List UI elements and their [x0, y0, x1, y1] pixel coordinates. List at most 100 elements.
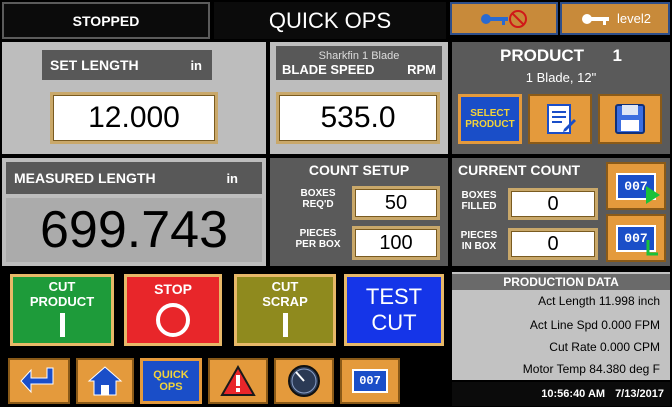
quick-ops-nav-label-1: QUICK: [153, 369, 189, 381]
counter-icon-text-2: 007: [624, 230, 648, 246]
pieces-in-box-label-2: IN BOX: [461, 241, 497, 252]
pieces-per-box-value: 100: [379, 231, 413, 254]
select-product-label-2: PRODUCT: [465, 119, 515, 130]
floppy-disk-icon: [615, 104, 645, 134]
boxes-filled-label-1: BOXES: [461, 190, 497, 201]
count-setup-panel: COUNT SETUP BOXES REQ'D 50 PIECES PER BO…: [270, 158, 448, 266]
blade-speed-panel: Sharkfin 1 Blade BLADE SPEED RPM 535.0: [270, 42, 448, 154]
diagnostics-button[interactable]: [274, 358, 334, 404]
measured-length-display: 699.743: [6, 198, 262, 262]
pieces-in-box-label-1: PIECES: [460, 230, 498, 241]
page-title: QUICK OPS: [214, 2, 446, 39]
edit-document-icon: [547, 104, 576, 134]
counter-icon-text: 007: [624, 178, 648, 194]
set-length-unit: in: [190, 57, 202, 73]
blade-speed-unit: RPM: [407, 61, 436, 77]
power-on-icon: [59, 313, 65, 337]
stop-label: STOP: [154, 281, 192, 297]
current-count-panel: CURRENT COUNT BOXES FILLED 0 PIECES IN B…: [452, 158, 670, 266]
blade-speed-input[interactable]: 535.0: [276, 92, 440, 144]
play-arrow-icon: [646, 186, 660, 204]
set-length-label: SET LENGTH: [50, 57, 139, 73]
status-text: STOPPED: [72, 12, 140, 29]
set-length-panel: SET LENGTH in 12.000: [2, 42, 266, 154]
measured-length-value: 699.743: [40, 201, 228, 259]
page-title-text: QUICK OPS: [268, 7, 392, 33]
cut-scrap-button[interactable]: CUT SCRAP: [234, 274, 336, 346]
scrap-on-icon: [282, 313, 288, 337]
blade-speed-row: BLADE SPEED RPM: [276, 62, 442, 77]
cut-scrap-label-1: CUT: [271, 279, 299, 294]
step-arrow-icon: [646, 240, 658, 256]
quick-ops-nav-label-2: OPS: [159, 381, 183, 393]
pieces-in-box-value: 0: [547, 232, 559, 255]
pieces-per-box-label-2: PER BOX: [295, 239, 341, 250]
test-cut-button[interactable]: TEST CUT: [344, 274, 444, 346]
measured-length-unit: in: [226, 170, 238, 186]
clock-time: 10:56:40 AM: [541, 388, 606, 400]
cut-scrap-label-2: SCRAP: [262, 294, 308, 309]
cut-product-button[interactable]: CUT PRODUCT: [10, 274, 114, 346]
counter-nav-button[interactable]: 007: [340, 358, 400, 404]
save-product-button[interactable]: [598, 94, 662, 144]
quick-ops-nav-button[interactable]: QUICK OPS: [140, 358, 202, 404]
count-setup-title: COUNT SETUP: [308, 162, 410, 178]
home-icon: [87, 366, 123, 396]
pieces-per-box-label: PIECES PER BOX: [290, 228, 346, 250]
measured-length-label: MEASURED LENGTH: [14, 170, 156, 186]
set-length-header: SET LENGTH in: [42, 50, 212, 80]
back-arrow-icon: [20, 367, 54, 394]
boxes-reqd-label-1: BOXES: [300, 188, 336, 199]
edit-product-button[interactable]: [528, 94, 592, 144]
blade-sub-label: Sharkfin 1 Blade: [318, 49, 400, 62]
motor-temp-row: Motor Temp 84.380 deg F: [522, 362, 660, 376]
boxes-reqd-input[interactable]: 50: [352, 186, 440, 220]
production-data-title: PRODUCTION DATA: [503, 275, 619, 289]
login-level-button[interactable]: level2: [560, 2, 670, 35]
select-product-label-1: SELECT: [470, 108, 510, 119]
power-off-icon: [156, 303, 190, 337]
reset-box-count-button[interactable]: 007: [606, 162, 666, 210]
cut-product-label-2: PRODUCT: [29, 294, 95, 309]
product-header: PRODUCT 1: [452, 46, 670, 66]
boxes-filled-field: 0: [508, 188, 598, 220]
pieces-in-box-label: PIECES IN BOX: [454, 230, 504, 252]
alarms-button[interactable]: [208, 358, 268, 404]
test-cut-label-1: TEST: [365, 284, 423, 309]
warning-icon: [220, 365, 256, 396]
production-data-panel: PRODUCTION DATA Act Length 11.998 inch A…: [452, 272, 670, 380]
status-panel: STOPPED: [2, 2, 210, 39]
line-speed-row: Act Line Spd 0.000 FPM: [529, 318, 660, 332]
act-length-row: Act Length 11.998 inch: [538, 294, 660, 308]
boxes-reqd-value: 50: [384, 191, 408, 214]
set-length-value: 12.000: [88, 101, 180, 134]
measured-length-panel: MEASURED LENGTH in 699.743: [2, 158, 266, 266]
pieces-per-box-input[interactable]: 100: [352, 226, 440, 260]
key-lock-icon: [481, 9, 527, 28]
production-data-header: PRODUCTION DATA: [452, 274, 670, 290]
boxes-filled-label: BOXES FILLED: [454, 190, 504, 212]
product-label: PRODUCT: [500, 46, 585, 65]
key-icon: [582, 13, 610, 25]
boxes-reqd-label-2: REQ'D: [302, 199, 334, 210]
boxes-reqd-label: BOXES REQ'D: [290, 188, 346, 210]
cut-product-label-1: CUT: [48, 279, 76, 294]
pieces-in-box-field: 0: [508, 228, 598, 260]
boxes-filled-value: 0: [547, 192, 559, 215]
logout-key-button[interactable]: [450, 2, 558, 35]
level-label: level2: [617, 11, 651, 26]
set-length-input[interactable]: 12.000: [50, 92, 218, 144]
blade-speed-value: 535.0: [320, 101, 396, 134]
clock-date: 7/13/2017: [615, 388, 664, 400]
counter-nav-text: 007: [359, 374, 381, 388]
product-panel: PRODUCT 1 1 Blade, 12" SELECT PRODUCT: [452, 42, 670, 154]
clock-bar: 10:56:40 AM 7/13/2017: [452, 382, 670, 406]
home-button[interactable]: [76, 358, 134, 404]
blade-speed-label: BLADE SPEED: [282, 61, 375, 77]
back-button[interactable]: [8, 358, 70, 404]
reset-piece-count-button[interactable]: 007: [606, 214, 666, 262]
cut-rate-row: Cut Rate 0.000 CPM: [549, 340, 660, 354]
counter-nav-icon: 007: [352, 369, 388, 393]
select-product-button[interactable]: SELECT PRODUCT: [458, 94, 522, 144]
stop-button[interactable]: STOP: [124, 274, 222, 346]
